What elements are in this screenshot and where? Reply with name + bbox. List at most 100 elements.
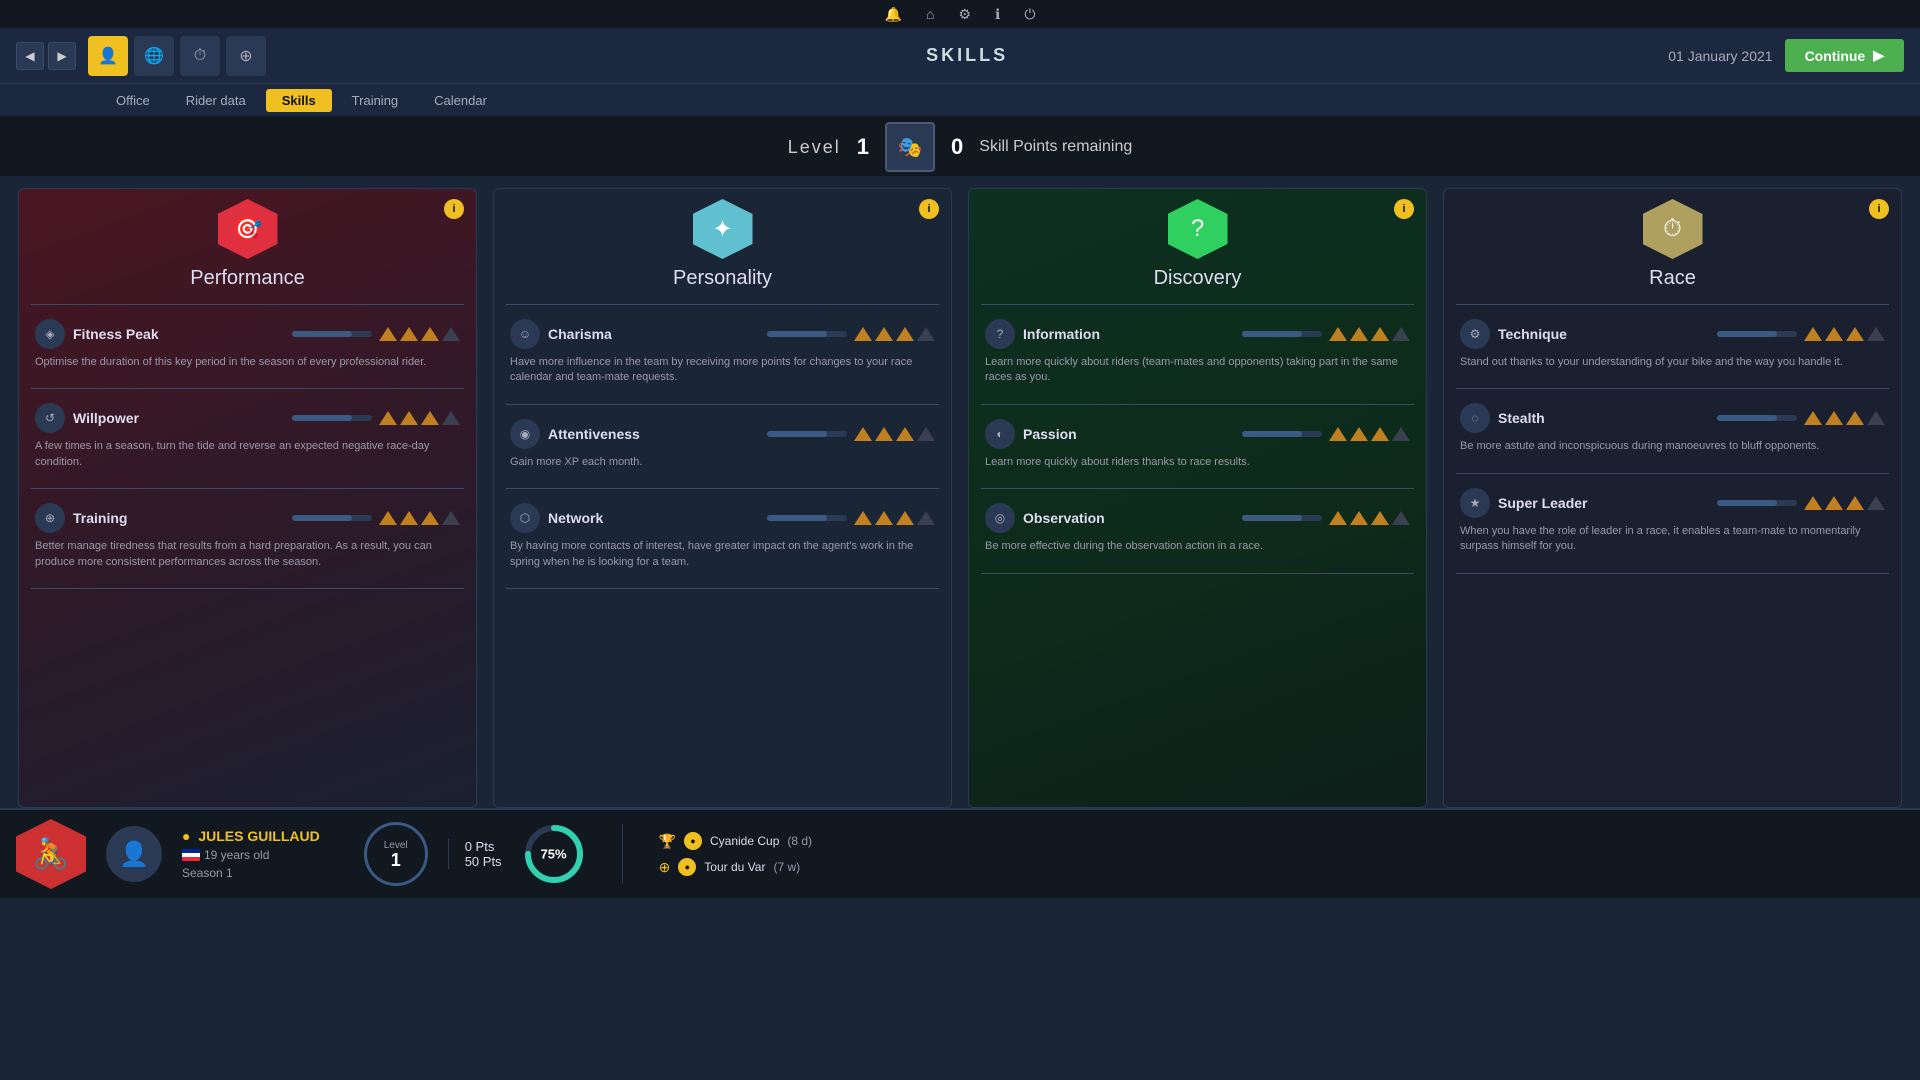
nav-clock-icon[interactable]: ⏱ xyxy=(180,36,220,76)
information-name: Information xyxy=(1023,326,1234,342)
rider-jersey: 🚴 xyxy=(16,819,86,889)
card-discovery: ? Discovery i ? Information Learn more q… xyxy=(968,188,1427,808)
passion-bars xyxy=(1242,427,1410,441)
gear-icon[interactable]: ⚙ xyxy=(958,6,971,23)
rider-photo: 👤 xyxy=(106,826,162,882)
nav-stats-icon[interactable]: ⊕ xyxy=(226,36,266,76)
tab-rider-data[interactable]: Rider data xyxy=(170,89,262,112)
bar3 xyxy=(421,411,439,425)
skill-information: ? Information Learn more quickly about r… xyxy=(969,313,1426,396)
nav-bar: ◀ ▶ 👤 🌐 ⏱ ⊕ SKILLS 01 January 2021 Conti… xyxy=(0,28,1920,84)
bar2 xyxy=(400,411,418,425)
bar3 xyxy=(896,511,914,525)
super-leader-icon: ★ xyxy=(1460,488,1490,518)
info-icon[interactable]: ℹ xyxy=(995,6,1000,23)
back-arrow[interactable]: ◀ xyxy=(16,42,44,70)
home-icon[interactable]: ⌂ xyxy=(926,6,934,22)
bar1 xyxy=(379,511,397,525)
top-bar: 🔔 ⌂ ⚙ ℹ ⏻ xyxy=(0,0,1920,28)
bar3 xyxy=(1371,427,1389,441)
card-performance-header: 🎯 Performance i xyxy=(19,189,476,296)
skill-technique: ⚙ Technique Stand out thanks to your und… xyxy=(1444,313,1901,380)
network-desc: By having more contacts of interest, hav… xyxy=(510,539,935,570)
rider-name: ● JULES GUILLAUD xyxy=(182,828,324,844)
attentiveness-name: Attentiveness xyxy=(548,426,759,442)
attentiveness-desc: Gain more XP each month. xyxy=(510,455,935,470)
discovery-info-btn[interactable]: i xyxy=(1394,199,1414,219)
tab-calendar[interactable]: Calendar xyxy=(418,89,503,112)
bar1 xyxy=(854,327,872,341)
bar1 xyxy=(1804,411,1822,425)
nav-title: SKILLS xyxy=(266,45,1668,66)
network-name: Network xyxy=(548,510,759,526)
bottom-level-label: Level xyxy=(384,840,408,851)
super-leader-name: Super Leader xyxy=(1498,495,1709,511)
skill-network: ⬡ Network By having more contacts of int… xyxy=(494,497,951,580)
bar1 xyxy=(379,411,397,425)
bar1 xyxy=(1329,427,1347,441)
skill-observation: ◎ Observation Be more effective during t… xyxy=(969,497,1426,564)
bar4 xyxy=(917,511,935,525)
bar4 xyxy=(1392,327,1410,341)
network-bars xyxy=(767,511,935,525)
nav-rider-icon[interactable]: 👤 xyxy=(88,36,128,76)
bell-icon[interactable]: 🔔 xyxy=(885,6,902,23)
card-race: ⏱ Race i ⚙ Technique Stand out thanks to… xyxy=(1443,188,1902,808)
rider-age: 19 years old xyxy=(182,848,324,862)
tab-skills[interactable]: Skills xyxy=(266,89,332,112)
charisma-desc: Have more influence in the team by recei… xyxy=(510,355,935,386)
race-title: Race xyxy=(1649,267,1696,290)
race-hex: ⏱ xyxy=(1643,199,1703,259)
tab-office[interactable]: Office xyxy=(100,89,166,112)
cards-container: 🎯 Performance i ◈ Fitness Peak Optimise … xyxy=(0,188,1920,808)
performance-info-btn[interactable]: i xyxy=(444,199,464,219)
bar2 xyxy=(1825,496,1843,510)
progress-ring: 75% xyxy=(522,822,586,886)
training-bars xyxy=(292,511,460,525)
personality-info-btn[interactable]: i xyxy=(919,199,939,219)
power-icon[interactable]: ⏻ xyxy=(1024,6,1035,23)
bar4 xyxy=(442,511,460,525)
bottom-level-num: 1 xyxy=(391,851,401,869)
personality-title: Personality xyxy=(673,267,772,290)
bar4 xyxy=(442,411,460,425)
bar3 xyxy=(1846,411,1864,425)
technique-desc: Stand out thanks to your understanding o… xyxy=(1460,355,1885,370)
skill-stealth: ◌ Stealth Be more astute and inconspicuo… xyxy=(1444,397,1901,464)
bar4 xyxy=(1867,496,1885,510)
skill-attentiveness: ◉ Attentiveness Gain more XP each month. xyxy=(494,413,951,480)
bar2 xyxy=(875,511,893,525)
observation-desc: Be more effective during the observation… xyxy=(985,539,1410,554)
bar1 xyxy=(1329,327,1347,341)
fitness-peak-desc: Optimise the duration of this key period… xyxy=(35,355,460,370)
bar3 xyxy=(1846,496,1864,510)
race-dot-1: ● xyxy=(684,832,702,850)
skill-fitness-peak: ◈ Fitness Peak Optimise the duration of … xyxy=(19,313,476,380)
forward-arrow[interactable]: ▶ xyxy=(48,42,76,70)
passion-name: Passion xyxy=(1023,426,1234,442)
race-name-1: Cyanide Cup xyxy=(710,834,779,848)
race-dot-2: ● xyxy=(678,858,696,876)
race-name-2: Tour du Var xyxy=(704,860,765,874)
card-personality: ✦ Personality i ☺ Charisma Have more inf… xyxy=(493,188,952,808)
tab-training[interactable]: Training xyxy=(336,89,414,112)
continue-button[interactable]: Continue ▶ xyxy=(1785,39,1904,72)
discovery-hex: ? xyxy=(1168,199,1228,259)
fitness-peak-bars xyxy=(292,327,460,341)
sub-nav: Office Rider data Skills Training Calend… xyxy=(0,84,1920,118)
bottom-level-circle: Level 1 xyxy=(364,822,428,886)
bar2 xyxy=(875,427,893,441)
bar3 xyxy=(421,327,439,341)
pts-current: 0 Pts xyxy=(465,839,502,854)
card-performance: 🎯 Performance i ◈ Fitness Peak Optimise … xyxy=(18,188,477,808)
race-info-btn[interactable]: i xyxy=(1869,199,1889,219)
rider-info: ● JULES GUILLAUD 19 years old Season 1 xyxy=(182,828,324,880)
skill-super-leader: ★ Super Leader When you have the role of… xyxy=(1444,482,1901,565)
network-icon: ⬡ xyxy=(510,503,540,533)
nav-globe-icon[interactable]: 🌐 xyxy=(134,36,174,76)
flag-france xyxy=(182,849,200,861)
bottom-bar: 🚴 👤 ● JULES GUILLAUD 19 years old Season… xyxy=(0,808,1920,898)
stealth-icon: ◌ xyxy=(1460,403,1490,433)
stealth-desc: Be more astute and inconspicuous during … xyxy=(1460,439,1885,454)
bar3 xyxy=(1371,511,1389,525)
